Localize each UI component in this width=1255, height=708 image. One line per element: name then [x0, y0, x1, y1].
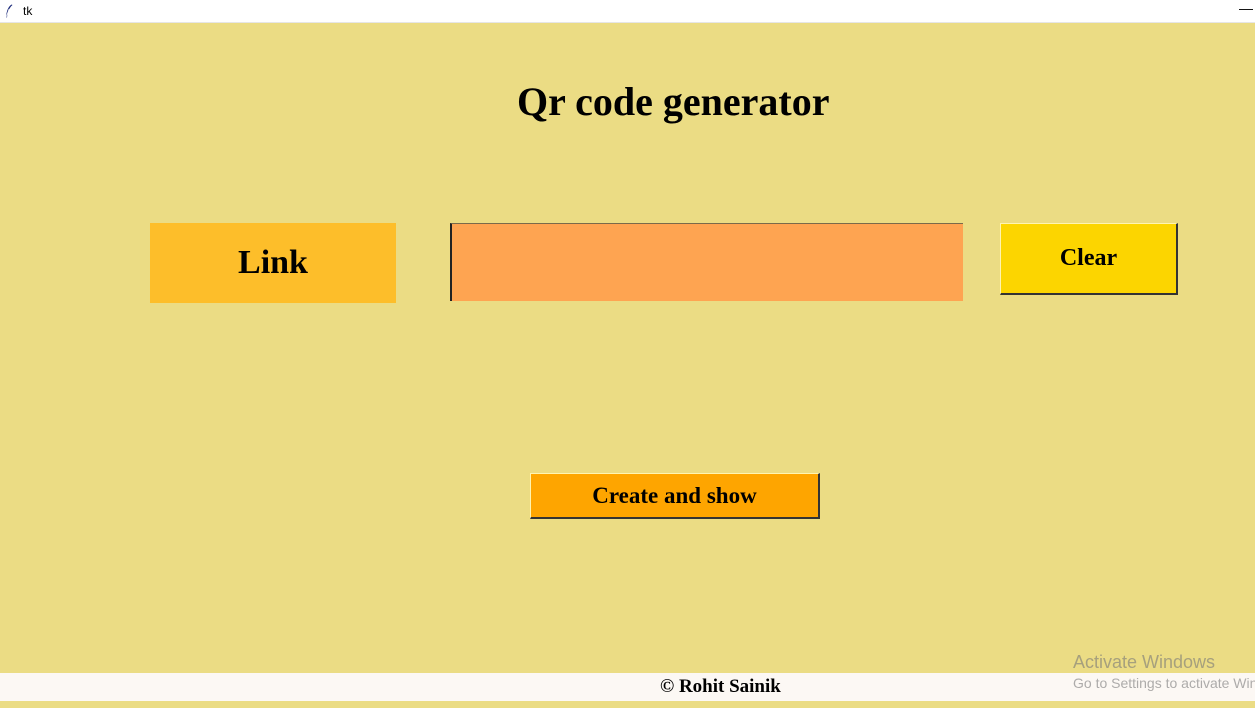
create-button-label: Create and show	[592, 482, 757, 508]
copyright-text: © Rohit Sainik	[660, 676, 781, 697]
tk-feather-icon	[5, 4, 13, 18]
link-label-text: Link	[238, 244, 308, 281]
link-input[interactable]	[450, 223, 963, 301]
link-label: Link	[150, 223, 396, 303]
window-title: tk	[23, 4, 33, 18]
bottom-strip	[0, 701, 1255, 708]
create-and-show-button[interactable]: Create and show	[530, 473, 820, 519]
footer: © Rohit Sainik	[0, 673, 1255, 701]
page-title: Qr code generator	[517, 79, 830, 124]
main-content: Qr code generator Link Clear Create and …	[0, 23, 1255, 708]
clear-button[interactable]: Clear	[1000, 223, 1178, 295]
clear-button-label: Clear	[1059, 245, 1118, 271]
minimize-button[interactable]: —	[1239, 1, 1253, 15]
window-titlebar: tk —	[0, 0, 1255, 23]
